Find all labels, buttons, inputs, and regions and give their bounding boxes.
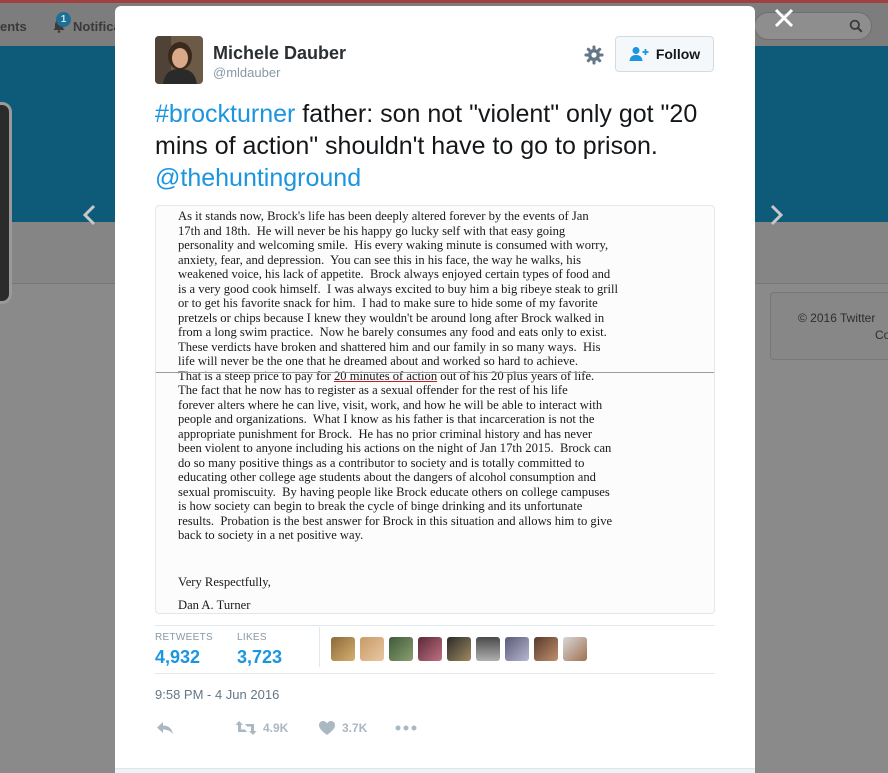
search-icon[interactable] [849,19,863,33]
footer-card [770,292,888,360]
nav-item-moments-fragment[interactable]: ents [0,19,27,34]
letter-line: is a very good cook himself. I was alway… [178,281,618,296]
follow-button[interactable]: Follow [615,36,714,72]
chevron-right-icon[interactable] [766,202,786,228]
letter-line: been violent to anyone including his act… [178,441,612,455]
background-profile-avatar [0,102,12,304]
liker-avatar[interactable] [476,637,500,661]
retweet-icon [235,721,257,735]
letter-line: from a long swim practice. Now he barely… [178,325,607,339]
letter-line: results. Probation is the best answer fo… [178,513,613,528]
letter-line: weakened voice, his lack of appetite. Br… [178,267,611,281]
letter-line: educating other college age students abo… [178,470,596,484]
author-photo-icon [155,36,203,84]
liker-avatars [331,637,587,661]
follow-button-label: Follow [655,46,701,62]
divider [155,625,715,626]
reply-icon [157,722,173,734]
author-name[interactable]: Michele Dauber [213,43,346,64]
more-dots-icon [395,725,417,731]
letter-signature: Dan A. Turner [178,598,251,612]
liker-avatar[interactable] [418,637,442,661]
letter-line: The fact that he now has to register as … [178,383,568,397]
letter-line-text: That is a steep price to pay for [178,368,334,383]
mention-link[interactable]: @thehuntinground [155,164,361,192]
letter-line-text: out of his 20 plus years of life. [437,368,595,383]
letter-paragraph-top: As it stands now, Brock's life has been … [178,209,698,369]
modal-footer [115,768,755,773]
letter-line: back to society in a net positive way. [178,528,364,542]
letter-line: As it stands now, Brock's life has been … [178,209,589,223]
letter-line: people and organizations. What I know as… [178,412,595,426]
reply-button[interactable] [155,718,175,738]
likes-label: LIKES [237,632,267,643]
stats-separator [319,627,320,667]
liker-avatar[interactable] [505,637,529,661]
tweet-permalink-modal: Michele Dauber @mldauber Follow #brocktu… [115,6,755,773]
liker-avatar[interactable] [389,637,413,661]
nav-item-notifications[interactable]: Notifica [73,19,121,34]
retweets-count[interactable]: 4,932 [155,647,200,668]
like-button[interactable]: 3.7K [318,718,367,738]
like-action-count: 3.7K [342,721,368,735]
liker-avatar[interactable] [447,637,471,661]
liker-avatar[interactable] [360,637,384,661]
liker-avatar[interactable] [563,637,587,661]
heart-icon [319,721,335,735]
letter-line: is how society can begin to break the cy… [178,499,583,513]
gear-icon[interactable] [584,45,604,65]
hashtag-link[interactable]: #brockturner [155,100,295,128]
letter-highlight-line: That is a steep price to pay for 20 minu… [178,369,698,384]
letter-line: sexual promiscuity. By having people lik… [178,484,610,499]
letter-line: anxiety, fear, and depression. You can s… [178,252,581,267]
letter-line: do so many positive things as a contribu… [178,455,585,470]
more-actions-button[interactable] [395,718,417,738]
letter-line: 17th and 18th. He will never be his happ… [178,223,566,238]
retweet-button[interactable]: 4.9K [235,718,288,738]
follow-person-icon [629,47,649,61]
tweet-timestamp[interactable]: 9:58 PM - 4 Jun 2016 [155,687,279,702]
letter-line: life will never be the one that he dream… [178,354,579,368]
chevron-left-icon[interactable] [80,202,100,228]
retweet-action-count: 4.9K [263,721,289,735]
tweet-text: #brockturner father: son not "violent" o… [155,98,715,194]
letter-line: personality and welcoming smile. His eve… [178,238,609,252]
letter-line: These verdicts have broken and shattered… [178,339,601,354]
letter-line: appropriate punishment for Brock. He has… [178,426,593,441]
letter-underlined-phrase: 20 minutes of action [333,368,438,383]
author-avatar[interactable] [155,36,203,84]
letter-line: or to get his favorite snack for him. I … [178,296,598,310]
letter-text: As it stands now, Brock's life has been … [178,209,698,543]
letter-paragraph-bottom: The fact that he now has to register as … [178,383,698,543]
liker-avatar[interactable] [534,637,558,661]
retweets-label: RETWEETS [155,632,213,643]
liker-avatar[interactable] [331,637,355,661]
footer-link-fragment[interactable]: Co [875,328,888,342]
close-icon[interactable] [772,6,796,30]
letter-closing: Very Respectfully, [178,575,271,589]
letter-line: pretzels or chips because I knew they wo… [178,310,605,325]
notifications-count-badge: 1 [56,12,71,27]
likes-count[interactable]: 3,723 [237,647,282,668]
letter-line: forever alters where he can live, visit,… [178,397,603,412]
copyright-text: © 2016 Twitter [798,311,876,325]
tweet-media-image[interactable]: As it stands now, Brock's life has been … [155,205,715,614]
divider [155,673,715,674]
paper-fold-line [156,372,714,373]
author-handle[interactable]: @mldauber [213,65,280,80]
